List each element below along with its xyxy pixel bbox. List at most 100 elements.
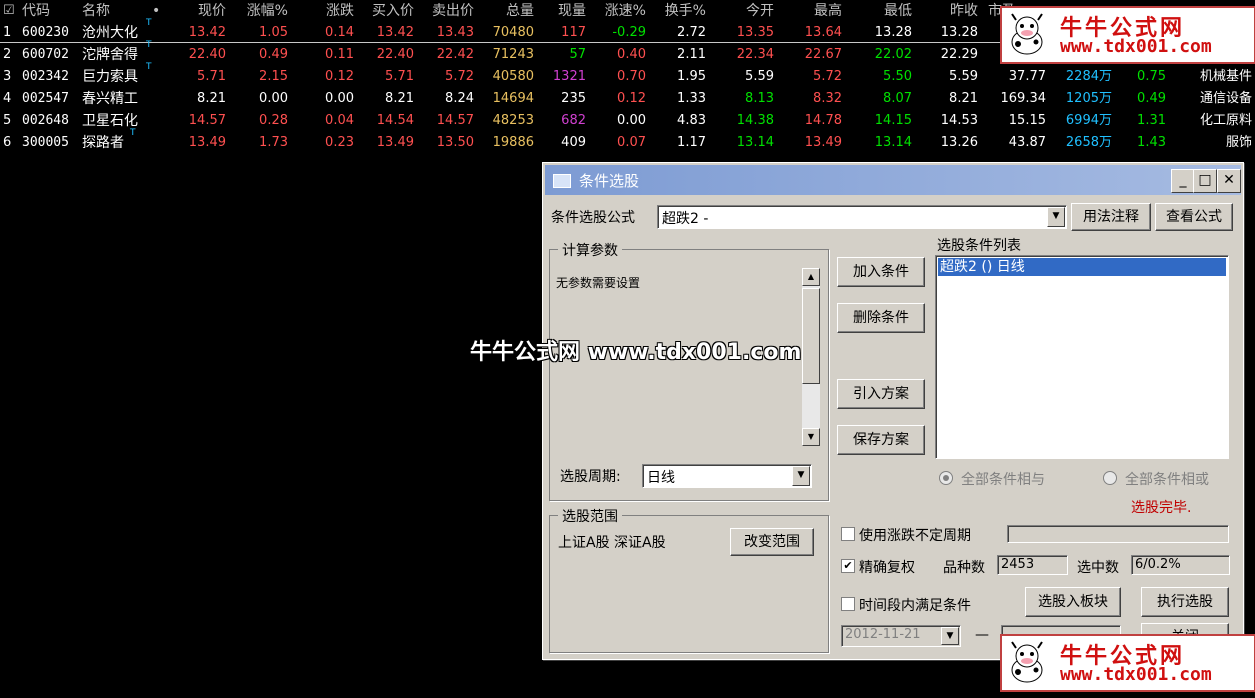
cell-bid: 8.21 bbox=[385, 91, 414, 106]
cell-open: 8.13 bbox=[745, 91, 774, 106]
col-ask[interactable]: 卖出价 bbox=[418, 0, 474, 22]
cell-name: 春兴精工 bbox=[82, 91, 138, 107]
scroll-thumb[interactable] bbox=[802, 288, 820, 384]
cell-price: 5.71 bbox=[197, 69, 226, 84]
cell-chg-pct: 1.73 bbox=[259, 135, 288, 150]
cell-high: 13.49 bbox=[804, 135, 842, 150]
cell-price: 8.21 bbox=[197, 91, 226, 106]
col-open[interactable]: 今开 bbox=[730, 0, 774, 22]
col-volume[interactable]: 总量 bbox=[490, 0, 534, 22]
cell-open: 14.38 bbox=[736, 113, 774, 128]
delete-condition-button[interactable]: 删除条件 bbox=[837, 303, 925, 333]
formula-label: 条件选股公式 bbox=[551, 210, 635, 226]
cell-amount: 2658万 bbox=[1065, 135, 1112, 150]
table-row[interactable]: 4 002547 春兴精工 8.21 0.00 0.00 8.21 8.24 14694 235 0… bbox=[0, 88, 1255, 110]
table-row[interactable]: 5 002648 卫星石化 14.57 0.28 0.04 14.54 14.57 48253 6… bbox=[0, 110, 1255, 132]
col-current-volume[interactable]: 现量 bbox=[544, 0, 586, 22]
cell-idx: 3 bbox=[3, 69, 12, 84]
cell-pe: 15.15 bbox=[1008, 113, 1046, 128]
col-name[interactable]: 名称 bbox=[82, 0, 110, 22]
cell-turnover: 4.83 bbox=[677, 113, 706, 128]
col-prev-close[interactable]: 昨收 bbox=[932, 0, 978, 22]
import-plan-button[interactable]: 引入方案 bbox=[837, 379, 925, 409]
date-from-picker[interactable]: 2012-11-21 ▼ bbox=[841, 625, 961, 647]
close-window-button[interactable]: ✕ bbox=[1217, 169, 1241, 193]
variable-period-checkbox[interactable] bbox=[841, 527, 855, 541]
chevron-down-icon[interactable]: ▼ bbox=[792, 466, 810, 486]
col-bid[interactable]: 买入价 bbox=[358, 0, 414, 22]
cell-ask: 14.57 bbox=[436, 113, 474, 128]
condition-stock-picker-dialog: 条件选股 _ □ ✕ 条件选股公式 超跌2 - ▼ 用法注释 查看公式 计算参数… bbox=[542, 162, 1244, 660]
dialog-title: 条件选股 bbox=[579, 172, 640, 190]
col-price[interactable]: 现价 bbox=[180, 0, 226, 22]
cell-amount: 6994万 bbox=[1065, 113, 1112, 128]
cell-code: 002342 bbox=[22, 69, 69, 84]
cell-cur-vol: 409 bbox=[561, 135, 586, 150]
condition-list-label: 选股条件列表 bbox=[937, 238, 1021, 254]
col-speed[interactable]: 涨速% bbox=[596, 0, 646, 22]
watermark-badge-top: 牛牛公式网 www.tdx001.com bbox=[1000, 6, 1255, 64]
condition-list-item[interactable]: 超跌2 () 日线 bbox=[938, 258, 1226, 276]
add-condition-button[interactable]: 加入条件 bbox=[837, 257, 925, 287]
cell-ask: 22.42 bbox=[436, 47, 474, 62]
range-group-title: 选股范围 bbox=[558, 506, 622, 526]
cell-code: 002648 bbox=[22, 113, 69, 128]
cell-speed: 0.40 bbox=[617, 47, 646, 62]
scroll-down-arrow-icon[interactable]: ▼ bbox=[802, 428, 820, 446]
cell-bid: 13.49 bbox=[376, 135, 414, 150]
precise-adjust-label: 精确复权 bbox=[859, 560, 915, 576]
time-cond-checkbox[interactable] bbox=[841, 597, 855, 611]
cell-chg-pct: 0.00 bbox=[259, 91, 288, 106]
cell-prev-close: 14.53 bbox=[940, 113, 978, 128]
col-change[interactable]: 涨跌 bbox=[310, 0, 354, 22]
view-formula-button[interactable]: 查看公式 bbox=[1155, 203, 1233, 231]
cell-price: 14.57 bbox=[188, 113, 226, 128]
cell-low: 13.14 bbox=[874, 135, 912, 150]
col-code[interactable]: 代码 bbox=[22, 0, 50, 22]
cell-ask: 8.24 bbox=[445, 91, 474, 106]
minimize-button[interactable]: _ bbox=[1171, 169, 1195, 193]
change-range-button[interactable]: 改变范围 bbox=[730, 528, 814, 556]
cell-high: 22.67 bbox=[804, 47, 842, 62]
select-all-checkbox[interactable]: ☑ bbox=[3, 0, 17, 22]
col-dot: • bbox=[152, 3, 161, 19]
params-scrollbar[interactable]: ▲ ▼ bbox=[802, 268, 820, 446]
cell-chg-pct: 0.49 bbox=[259, 47, 288, 62]
cell-idx: 1 bbox=[3, 25, 12, 40]
maximize-button[interactable]: □ bbox=[1193, 169, 1217, 193]
cell-idx: 4 bbox=[3, 91, 12, 106]
period-select[interactable]: 日线 ▼ bbox=[642, 464, 812, 488]
cell-price: 22.40 bbox=[188, 47, 226, 62]
dialog-titlebar[interactable]: 条件选股 _ □ ✕ bbox=[545, 165, 1241, 195]
table-row[interactable]: 3 002342 巨力索具 T 5.71 2.15 0.12 5.71 5.72 40580 132… bbox=[0, 62, 1255, 88]
cell-ratio: 0.75 bbox=[1137, 69, 1166, 84]
cell-prev-close: 5.59 bbox=[949, 69, 978, 84]
cell-open: 13.14 bbox=[736, 135, 774, 150]
cell-turnover: 1.95 bbox=[677, 69, 706, 84]
col-high[interactable]: 最高 bbox=[796, 0, 842, 22]
cell-amount: 1205万 bbox=[1065, 91, 1112, 106]
save-plan-button[interactable]: 保存方案 bbox=[837, 425, 925, 455]
cell-chg: 0.23 bbox=[325, 135, 354, 150]
variable-period-field[interactable] bbox=[1007, 525, 1229, 543]
condition-list[interactable]: 超跌2 () 日线 bbox=[935, 255, 1229, 459]
col-turnover[interactable]: 换手% bbox=[656, 0, 706, 22]
cell-volume: 48253 bbox=[492, 113, 534, 128]
count-value: 2453 bbox=[997, 555, 1068, 575]
radio-all-and[interactable] bbox=[939, 471, 953, 485]
cell-chg-pct: 0.28 bbox=[259, 113, 288, 128]
col-low[interactable]: 最低 bbox=[866, 0, 912, 22]
radio-all-or[interactable] bbox=[1103, 471, 1117, 485]
scroll-up-arrow-icon[interactable]: ▲ bbox=[802, 268, 820, 286]
chevron-down-icon[interactable]: ▼ bbox=[1047, 207, 1065, 227]
run-select-button[interactable]: 执行选股 bbox=[1141, 587, 1229, 617]
formula-select[interactable]: 超跌2 - ▼ bbox=[657, 205, 1067, 229]
to-block-button[interactable]: 选股入板块 bbox=[1025, 587, 1121, 617]
usage-notes-button[interactable]: 用法注释 bbox=[1071, 203, 1151, 231]
chevron-down-icon[interactable]: ▼ bbox=[941, 627, 959, 645]
precise-adjust-checkbox[interactable]: ✔ bbox=[841, 559, 855, 573]
col-change-pct[interactable]: 涨幅% bbox=[232, 0, 288, 22]
cell-prev-close: 8.21 bbox=[949, 91, 978, 106]
table-row[interactable]: 6 300005 探路者 T 13.49 1.73 0.23 13.49 13.50 19886 4… bbox=[0, 128, 1255, 154]
selected-label: 选中数 bbox=[1077, 560, 1119, 576]
